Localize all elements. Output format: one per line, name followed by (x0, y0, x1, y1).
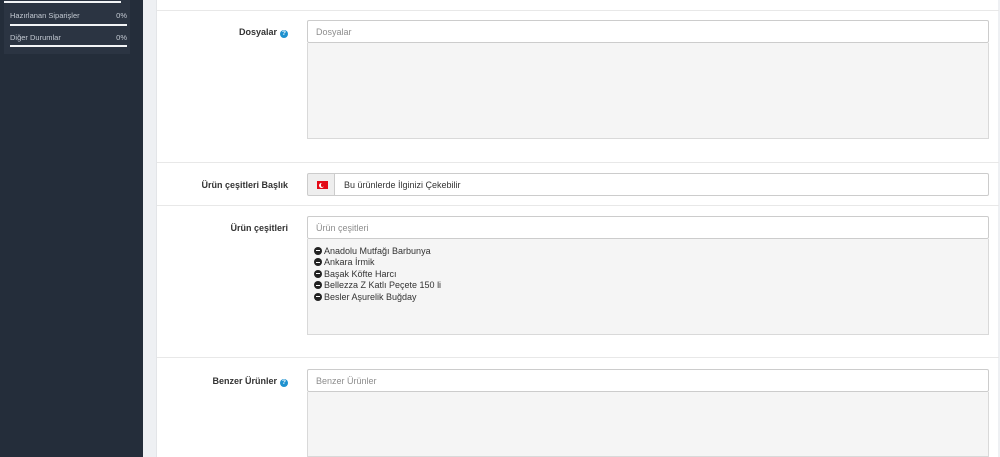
list-item: Başak Köfte Harcı (314, 268, 441, 280)
related-products-input[interactable] (307, 369, 989, 392)
list-item-label: Anadolu Mutfağı Barbunya (324, 245, 431, 256)
list-item: Anadolu Mutfağı Barbunya (314, 245, 441, 257)
variants-title-input[interactable] (334, 173, 989, 196)
minus-circle-icon[interactable] (314, 246, 322, 255)
language-addon (307, 173, 335, 196)
divider (157, 357, 999, 358)
divider (157, 162, 999, 163)
variants-title-label: Ürün çeşitleri Başlık (157, 180, 288, 190)
divider (157, 10, 999, 11)
variants-input[interactable] (307, 216, 989, 239)
list-item-label: Besler Aşurelik Buğday (324, 291, 417, 302)
minus-circle-icon[interactable] (314, 269, 322, 278)
help-icon[interactable]: ? (280, 379, 288, 387)
stat-label: Diğer Durumlar (10, 33, 61, 42)
files-list-well (307, 43, 989, 139)
related-products-label-text: Benzer Ürünler (212, 376, 277, 386)
list-item-label: Başak Köfte Harcı (324, 268, 397, 279)
stat-progress-bar (4, 1, 121, 3)
variants-list: Anadolu Mutfağı Barbunya Ankara İrmik Ba… (314, 245, 441, 303)
related-products-label: Benzer Ürünler? (157, 376, 288, 387)
stat-percent: 0% (116, 33, 127, 42)
help-icon[interactable]: ? (280, 30, 288, 38)
files-input[interactable] (307, 20, 989, 43)
stat-label: Hazırlanan Siparişler (10, 11, 80, 20)
order-stats-box: Hazırlanan Siparişler 0% Diğer Durumlar … (4, 0, 130, 54)
related-products-well (307, 392, 989, 457)
stat-percent: 0% (116, 11, 127, 20)
files-label-text: Dosyalar (238, 27, 277, 37)
sidebar: Hazırlanan Siparişler 0% Diğer Durumlar … (0, 0, 143, 457)
stat-progress-bar (10, 45, 127, 47)
turkey-flag-icon (317, 181, 328, 189)
files-label: Dosyalar? (157, 27, 288, 38)
list-item: Ankara İrmik (314, 257, 441, 269)
variants-label: Ürün çeşitleri (157, 223, 288, 233)
list-item: Bellezza Z Katlı Peçete 150 li (314, 280, 441, 292)
list-item-label: Ankara İrmik (324, 257, 375, 268)
divider (157, 205, 999, 206)
minus-circle-icon[interactable] (314, 258, 322, 267)
list-item: Besler Aşurelik Buğday (314, 291, 441, 303)
minus-circle-icon[interactable] (314, 292, 322, 301)
product-form-panel: Dosyalar? Ürün çeşitleri Başlık Ürün çeş… (156, 0, 999, 457)
variants-title-input-group (307, 173, 989, 196)
variants-list-well: Anadolu Mutfağı Barbunya Ankara İrmik Ba… (307, 239, 989, 335)
stat-progress-bar (10, 24, 127, 26)
list-item-label: Bellezza Z Katlı Peçete 150 li (324, 280, 442, 291)
variants-label-text: Ürün çeşitleri (230, 223, 288, 233)
minus-circle-icon[interactable] (314, 281, 322, 290)
variants-title-label-text: Ürün çeşitleri Başlık (201, 180, 288, 190)
